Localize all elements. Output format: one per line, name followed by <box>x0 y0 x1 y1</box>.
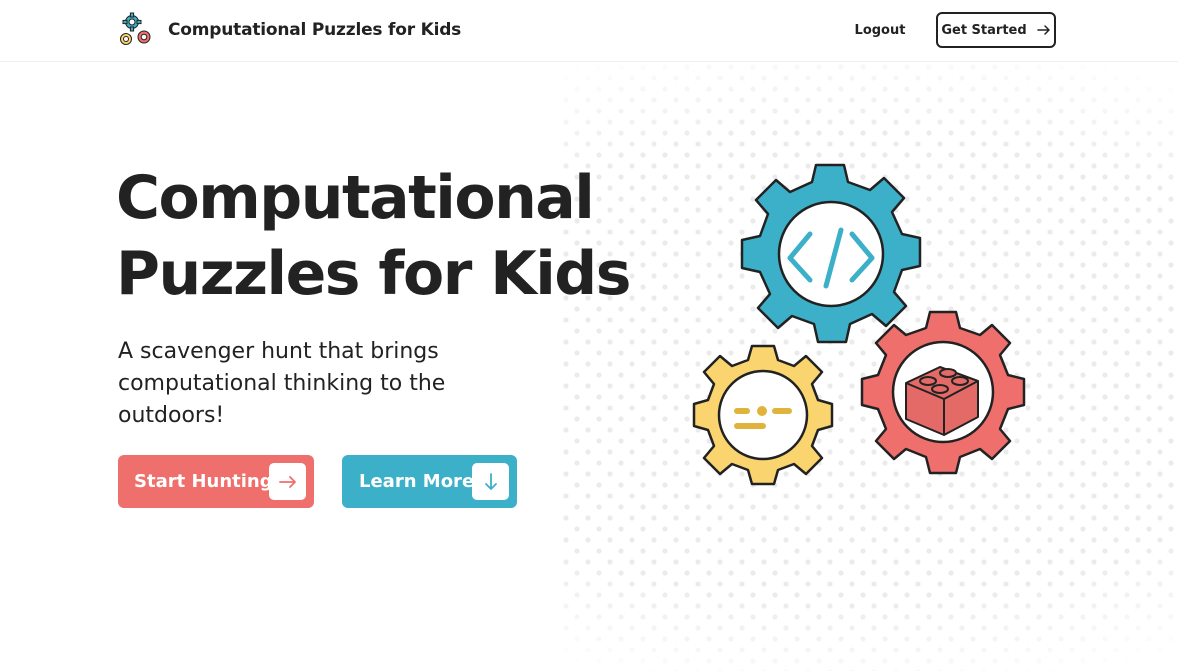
hero-title-line-1: Computational <box>116 163 595 233</box>
start-hunting-button[interactable]: Start Hunting <box>118 455 314 508</box>
arrow-down-icon <box>484 472 497 490</box>
arrow-right-icon <box>278 475 296 488</box>
brand-title: Computational Puzzles for Kids <box>168 20 462 40</box>
get-started-button[interactable]: Get Started <box>936 12 1056 48</box>
gears-logo-icon <box>120 12 151 45</box>
top-navbar: Computational Puzzles for Kids Logout Ge… <box>0 0 1178 62</box>
get-started-label: Get Started <box>941 22 1027 38</box>
brick-gear <box>860 310 1026 475</box>
brand-link[interactable]: Computational Puzzles for Kids <box>118 12 461 48</box>
logout-link[interactable]: Logout <box>846 20 914 42</box>
learn-more-icon-box <box>472 463 509 500</box>
dots-gear <box>692 344 834 486</box>
arrow-right-icon <box>1036 25 1050 35</box>
learn-more-button[interactable]: Learn More <box>342 455 517 508</box>
hero-subtitle: A scavenger hunt that brings computation… <box>118 339 446 428</box>
hero-title-line-2: Puzzles for Kids <box>116 239 631 309</box>
hero-title: Computational Puzzles for Kids <box>116 160 656 312</box>
code-gear <box>740 163 922 344</box>
start-hunting-label: Start Hunting <box>134 471 273 492</box>
learn-more-label: Learn More <box>359 471 475 492</box>
gears-illustration <box>692 163 1026 486</box>
start-hunting-icon-box <box>269 463 306 500</box>
